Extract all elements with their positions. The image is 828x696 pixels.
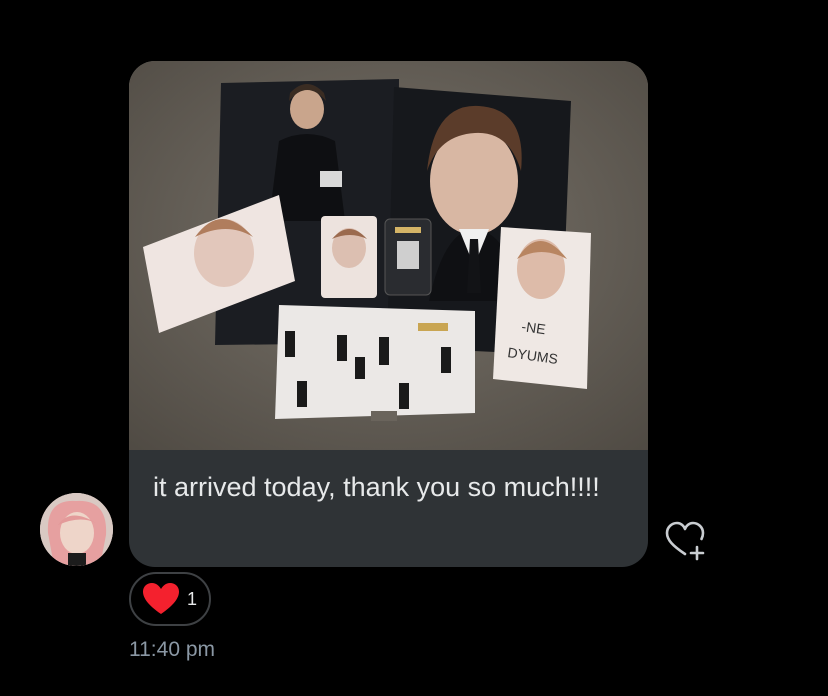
heart-plus-icon [665, 521, 705, 561]
photo-illustration: -NE DYUMS [129, 61, 648, 450]
reaction-pill[interactable]: 1 [129, 572, 211, 626]
heart-icon [143, 583, 179, 614]
avatar-image [40, 493, 113, 566]
reaction-count: 1 [187, 588, 198, 609]
dm-conversation-screen: -NE DYUMS it arrived today, thank you so… [0, 0, 828, 696]
svg-text:-NE: -NE [521, 318, 547, 337]
message-text: it arrived today, thank you so much!!!! [153, 472, 600, 502]
attached-photo[interactable]: -NE DYUMS [129, 61, 648, 450]
received-message-bubble[interactable]: -NE DYUMS it arrived today, thank you so… [129, 61, 648, 567]
sender-avatar[interactable] [40, 493, 113, 566]
message-timestamp: 11:40 pm [129, 638, 215, 661]
add-reaction-button[interactable] [663, 520, 709, 562]
